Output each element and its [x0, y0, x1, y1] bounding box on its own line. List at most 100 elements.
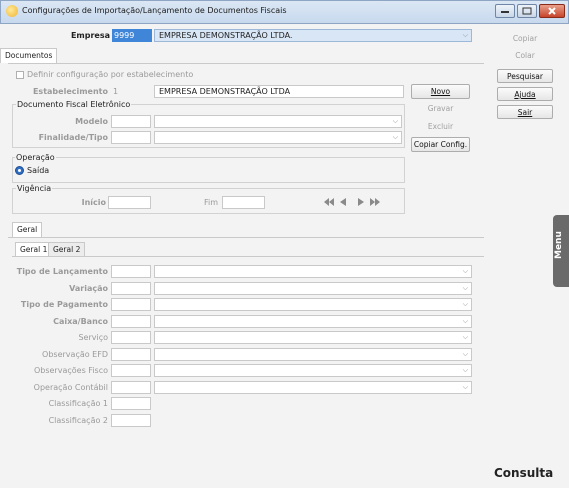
navigation-arrows: [322, 196, 382, 208]
copiar-button[interactable]: Copiar: [497, 34, 553, 43]
geral-field-label: Observação EFD: [42, 350, 108, 359]
colar-label: Colar: [515, 51, 535, 60]
geral-field-label: Caixa/Banco: [53, 317, 108, 326]
geral-field-label: Tipo de Pagamento: [20, 300, 108, 309]
geral-field-select[interactable]: ⌵: [154, 348, 472, 361]
subtab-geral-1[interactable]: Geral 1: [15, 242, 53, 256]
geral-field-code-input[interactable]: [111, 298, 151, 311]
finalidade-select[interactable]: ⌵: [154, 131, 402, 144]
geral-field-code-input[interactable]: [111, 364, 151, 377]
close-icon: [548, 7, 556, 15]
tab-documentos[interactable]: Documentos: [0, 48, 58, 63]
geral-field-select[interactable]: ⌵: [154, 315, 472, 328]
pesquisar-label: Pesquisar: [507, 72, 543, 81]
geral-field-select[interactable]: ⌵: [154, 381, 472, 394]
chevron-down-icon: ⌵: [392, 133, 398, 141]
estabelecimento-select[interactable]: EMPRESA DEMONSTRAÇÃO LTDA: [154, 85, 404, 98]
chevron-down-icon: ⌵: [392, 117, 398, 125]
estabelecimento-label: Estabelecimento: [32, 87, 108, 96]
geral-field-code-input[interactable]: [111, 381, 151, 394]
next-record-icon[interactable]: [358, 198, 364, 206]
maximize-icon: [522, 7, 532, 15]
modelo-code-input[interactable]: [111, 115, 151, 128]
sair-button[interactable]: Sair: [497, 105, 553, 119]
inicio-date-input[interactable]: [108, 196, 151, 209]
modelo-label: Modelo: [75, 117, 108, 126]
fim-label: Fim: [203, 198, 218, 207]
geral-field-select[interactable]: ⌵: [154, 331, 472, 344]
definir-config-label: Definir configuração por estabelecimento: [27, 70, 194, 79]
estabelecimento-name: EMPRESA DEMONSTRAÇÃO LTDA: [159, 87, 291, 96]
app-icon: [6, 5, 18, 17]
geral-field-select[interactable]: ⌵: [154, 298, 472, 311]
geral-field-select[interactable]: ⌵: [154, 364, 472, 377]
gravar-label: Gravar: [427, 104, 454, 113]
copiar-label: Copiar: [512, 34, 538, 43]
empresa-code-input[interactable]: 9999: [112, 29, 152, 42]
consulta-label: Consulta: [494, 466, 554, 480]
maximize-button[interactable]: [517, 4, 537, 18]
geral-field-select[interactable]: ⌵: [154, 282, 472, 295]
saida-radio[interactable]: [15, 166, 24, 175]
geral-field-code-input[interactable]: [111, 397, 151, 410]
chevron-down-icon: ⌵: [462, 31, 468, 39]
copiar-config-label: Copiar Config.: [413, 140, 468, 149]
geral-field-label: Tipo de Lançamento: [16, 267, 108, 276]
geral-field-code-input[interactable]: [111, 414, 151, 427]
subtab-geral-2[interactable]: Geral 2: [48, 242, 86, 256]
copiar-config-button[interactable]: Copiar Config.: [411, 137, 470, 152]
sair-label: Sair: [517, 108, 533, 117]
vigencia-title: Vigência: [16, 184, 53, 193]
fim-date-input[interactable]: [222, 196, 265, 209]
geral-field-code-input[interactable]: [111, 265, 151, 278]
geral-field-label: Variação: [69, 284, 108, 293]
first-record-icon[interactable]: [324, 198, 334, 206]
empresa-name: EMPRESA DEMONSTRAÇÃO LTDA.: [159, 31, 293, 40]
geral-field-select[interactable]: ⌵: [154, 265, 472, 278]
colar-button[interactable]: Colar: [497, 51, 553, 60]
close-button[interactable]: [539, 4, 565, 18]
empresa-select[interactable]: EMPRESA DEMONSTRAÇÃO LTDA. ⌵: [154, 29, 472, 42]
documento-fiscal-title: Documento Fiscal Eletrônico: [16, 100, 132, 109]
excluir-button[interactable]: Excluir: [411, 122, 470, 131]
tab-geral[interactable]: Geral: [12, 222, 43, 237]
chevron-down-icon: ⌵: [462, 300, 468, 308]
geral-field-code-input[interactable]: [111, 348, 151, 361]
previous-record-icon[interactable]: [340, 198, 346, 206]
ajuda-label: Ajuda: [514, 90, 536, 99]
finalidade-label: Finalidade/Tipo: [38, 133, 108, 142]
chevron-down-icon: ⌵: [462, 284, 468, 292]
geral-field-label: Classificação 2: [48, 416, 108, 425]
geral-field-label: Serviço: [78, 333, 108, 342]
estabelecimento-code[interactable]: 1: [111, 85, 151, 98]
geral-field-code-input[interactable]: [111, 282, 151, 295]
novo-label: Novo: [430, 87, 451, 96]
chevron-down-icon: ⌵: [462, 317, 468, 325]
chevron-down-icon: ⌵: [462, 350, 468, 358]
geral-field-code-input[interactable]: [111, 331, 151, 344]
chevron-down-icon: ⌵: [462, 333, 468, 341]
finalidade-code-input[interactable]: [111, 131, 151, 144]
geral-field-label: Operação Contábil: [33, 383, 108, 392]
modelo-select[interactable]: ⌵: [154, 115, 402, 128]
excluir-label: Excluir: [427, 122, 454, 131]
chevron-down-icon: ⌵: [462, 383, 468, 391]
last-record-icon[interactable]: [370, 198, 380, 206]
minimize-icon: [501, 11, 509, 13]
gravar-button[interactable]: Gravar: [411, 104, 470, 113]
pesquisar-button[interactable]: Pesquisar: [497, 69, 553, 83]
geral-field-label: Observações Fisco: [33, 366, 108, 375]
ajuda-button[interactable]: Ajuda: [497, 87, 553, 101]
inicio-label: Início: [81, 198, 106, 207]
empresa-label: Empresa: [70, 31, 110, 40]
saida-label: Saída: [27, 166, 50, 175]
minimize-button[interactable]: [495, 4, 515, 18]
geral-field-label: Classificação 1: [48, 399, 108, 408]
side-menu-tab[interactable]: Menu: [553, 215, 569, 287]
geral-field-code-input[interactable]: [111, 315, 151, 328]
novo-button[interactable]: Novo: [411, 84, 470, 99]
operacao-title: Operação: [15, 153, 56, 162]
definir-config-checkbox[interactable]: [16, 71, 24, 79]
side-menu-label: Menu: [554, 231, 564, 259]
chevron-down-icon: ⌵: [462, 267, 468, 275]
